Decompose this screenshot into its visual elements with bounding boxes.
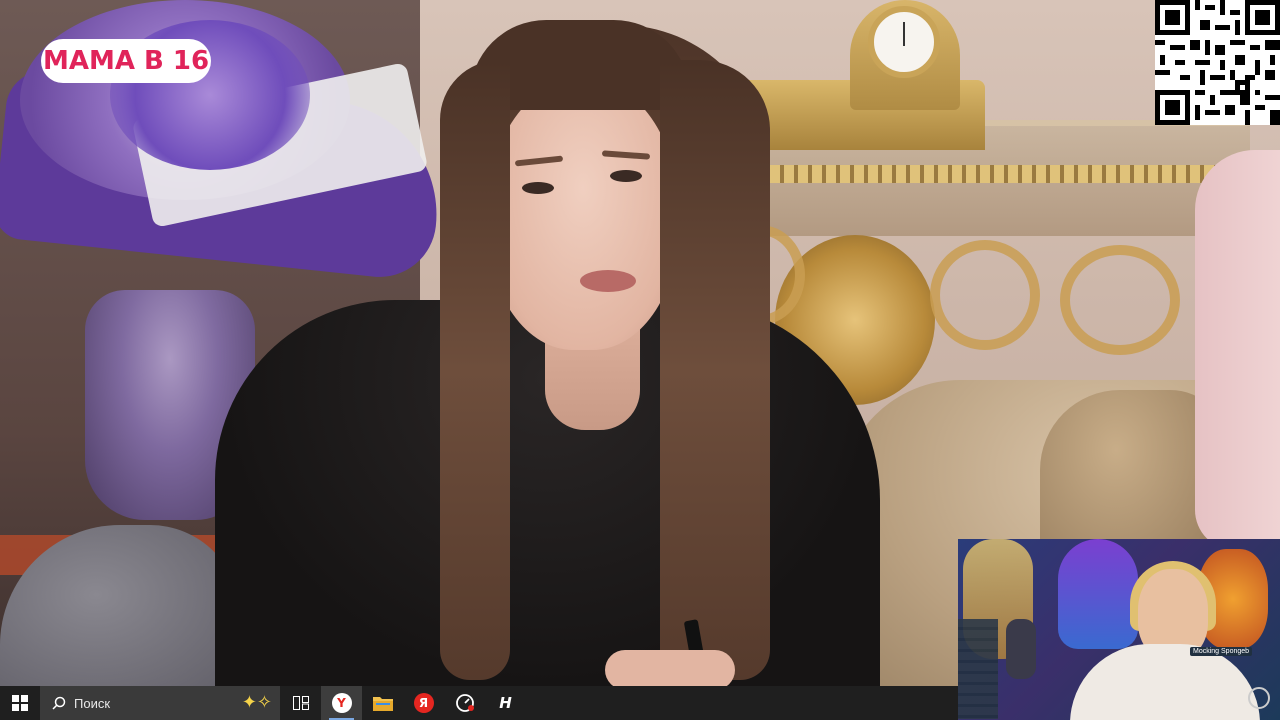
hair-right bbox=[660, 60, 770, 680]
gamer-character bbox=[1058, 539, 1138, 649]
task-view-button[interactable] bbox=[280, 686, 321, 720]
taskbar: Поиск ✦✧ Y Я H bbox=[0, 686, 958, 720]
search-placeholder: Поиск bbox=[74, 695, 111, 711]
task-view-icon bbox=[292, 696, 309, 710]
qr-code bbox=[1155, 0, 1280, 125]
search-box[interactable]: Поиск ✦✧ bbox=[40, 686, 280, 720]
taskbar-file-explorer[interactable] bbox=[362, 686, 403, 720]
webcam-overlay: Mocking Spongeb bbox=[958, 539, 1280, 720]
logo-text: МАМА В 16 bbox=[42, 46, 210, 76]
circle-icon bbox=[1248, 687, 1270, 709]
search-icon bbox=[52, 696, 66, 710]
scroll-ornament bbox=[930, 240, 1040, 350]
chat-list bbox=[958, 619, 998, 719]
mantel-stripe bbox=[700, 165, 1240, 183]
eye-right bbox=[610, 170, 642, 182]
taskbar-yandex[interactable]: Я bbox=[403, 686, 444, 720]
h-app-icon: H bbox=[499, 694, 512, 712]
yandex-browser-icon: Y bbox=[331, 693, 352, 713]
hair-left bbox=[440, 60, 510, 680]
eye-left bbox=[522, 182, 554, 194]
webcam-badge: Mocking Spongeb bbox=[1190, 647, 1253, 656]
yandex-icon: Я bbox=[413, 693, 434, 713]
start-button[interactable] bbox=[0, 686, 40, 720]
taskbar-yandex-browser[interactable]: Y bbox=[321, 686, 362, 720]
taskbar-gauge-app[interactable] bbox=[444, 686, 485, 720]
face bbox=[488, 80, 678, 350]
folder-icon bbox=[372, 697, 393, 711]
sparkle-icon: ✦✧ bbox=[241, 692, 272, 712]
gauge-icon bbox=[455, 694, 474, 712]
taskbar-h-app[interactable]: H bbox=[485, 686, 526, 720]
scroll-ornament bbox=[1060, 245, 1180, 355]
microphone bbox=[1006, 619, 1036, 679]
hand bbox=[605, 650, 735, 690]
channel-logo: МАМА В 16 bbox=[41, 39, 211, 83]
clock-face bbox=[868, 6, 940, 78]
mouth bbox=[580, 270, 636, 292]
windows-icon bbox=[12, 695, 28, 711]
person-pink-sweater bbox=[1195, 150, 1280, 550]
